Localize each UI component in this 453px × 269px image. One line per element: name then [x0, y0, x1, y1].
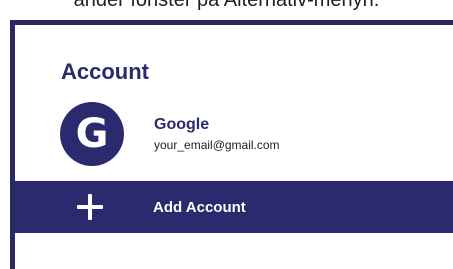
account-info: Google your_email@gmail.com: [154, 116, 280, 152]
google-g-icon: G: [60, 102, 124, 166]
account-name: Google: [154, 116, 210, 133]
section-title-account: Account: [61, 59, 149, 84]
account-email: your_email@gmail.com: [154, 137, 280, 152]
account-row-google[interactable]: G Google your_email@gmail.com: [60, 102, 280, 166]
page: ander fönster på Alternativ-menyn. Accou…: [0, 0, 453, 269]
plus-icon: [77, 194, 103, 220]
avatar-letter: G: [75, 111, 109, 157]
add-account-button[interactable]: Add Account: [15, 181, 453, 233]
add-account-label: Add Account: [153, 198, 246, 216]
account-settings-panel: Account G Google your_email@gmail.com Ad…: [10, 20, 453, 269]
instruction-text: ander fönster på Alternativ-menyn.: [73, 0, 380, 11]
